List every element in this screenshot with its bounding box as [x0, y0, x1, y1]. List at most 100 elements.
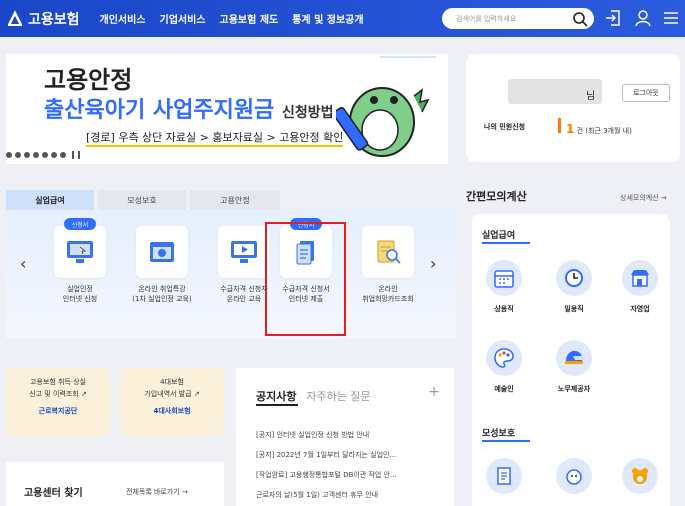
site-logo[interactable]: 고용보험 — [6, 9, 80, 29]
notice-item[interactable]: [작업완료] 고용행정통합포털 DB이관 작업 안... — [256, 470, 397, 480]
notice-tabs: 공지사항 자주하는 질문 — [256, 388, 371, 404]
civil-count-number: 1 — [566, 122, 575, 136]
section-maternity: 모성보호 — [482, 429, 516, 439]
page-dot[interactable] — [51, 152, 57, 158]
section-underline — [482, 440, 530, 442]
center-finder-title: 고용센터 찾기 — [24, 488, 83, 499]
page-dot[interactable] — [33, 152, 39, 158]
mini-card-text: 고용보험 취득·상실 신고 및 이력조회 ↗ — [29, 378, 87, 398]
banner-title: 고용안정 — [44, 66, 133, 94]
tab-faq[interactable]: 자주하는 질문 — [306, 390, 370, 403]
notice-panel: 공지사항 자주하는 질문 + [공지] 인터넷 실업인정 신청 방법 안내 [공… — [236, 368, 454, 506]
detailed-calculator-link[interactable]: 상세모의계산 → — [620, 193, 667, 203]
page-dot[interactable] — [24, 152, 30, 158]
section-underline — [482, 242, 530, 244]
logo-icon — [7, 9, 23, 26]
nav-personal[interactable]: 개인서비스 — [100, 11, 146, 26]
more-plus-icon[interactable]: + — [428, 384, 440, 400]
calc-self-employed[interactable]: 자영업 — [622, 260, 658, 314]
mini-card-text: 4대보험 가입내역서 발급 ↗ — [144, 378, 200, 398]
page-dot[interactable] — [60, 152, 66, 158]
service-online-certification[interactable]: 신청서 실업인정 인터넷 신청 — [34, 218, 126, 304]
banner-headline-suffix: 신청방법 — [281, 105, 334, 121]
calc-daily-worker[interactable]: 일용직 — [556, 260, 592, 314]
store-icon — [622, 260, 658, 296]
civil-request-label[interactable]: 나의 민원신청 — [484, 122, 525, 132]
page-dot[interactable] — [42, 152, 48, 158]
computer-icon — [54, 226, 106, 278]
civil-count-bar — [558, 118, 561, 133]
service-job-card-inquiry[interactable]: 온라인 취업희망카드조회 — [342, 218, 434, 304]
search-input[interactable]: 검색어를 입력하세요 — [442, 8, 594, 29]
logo-text: 고용보험 — [28, 11, 80, 28]
menu-icon[interactable] — [662, 9, 680, 27]
video-lecture-icon — [136, 226, 188, 278]
login-icon[interactable] — [604, 9, 622, 27]
page-dot[interactable] — [6, 152, 12, 158]
notice-item[interactable]: [공지] 2022년 7월 1일부터 달라지는 실업인... — [256, 450, 396, 460]
pause-icon[interactable] — [78, 151, 80, 159]
calc-regular-worker[interactable]: 상용직 — [486, 260, 522, 314]
calc-item-label: 노무제공자 — [557, 385, 591, 393]
calculator-title: 간편모의계산 — [466, 190, 527, 203]
banner-headline-main: 출산육아기 사업주지원금 — [44, 98, 275, 123]
tab-panel: ‹ › 신청서 실업인정 인터넷 신청 온라인 취업특강 (1차 실업인정 교육… — [6, 210, 456, 338]
civil-count-unit: 건 (최근 3개월 내) — [576, 127, 632, 135]
baby-icon — [556, 458, 592, 494]
calc-item-label: 일용직 — [564, 305, 584, 313]
nav-business[interactable]: 기업서비스 — [160, 11, 206, 26]
pause-icon[interactable] — [72, 151, 74, 159]
bear-icon — [622, 458, 658, 494]
service-label: 온라인 취업희망카드조회 — [362, 285, 414, 303]
tab-notices[interactable]: 공지사항 — [256, 390, 296, 403]
mini-card-source: 근로복지공단 — [38, 407, 78, 415]
calc-parental-support[interactable] — [622, 458, 658, 494]
main-nav: 개인서비스 기업서비스 고용보험 제도 통계 및 정보공개 — [100, 11, 364, 26]
mini-card-source: 4대사회보험 — [153, 407, 191, 415]
service-card: 실업급여 모성보호 고용안정 ‹ › 신청서 실업인정 인터넷 신청 온라인 취… — [6, 190, 456, 338]
page-dot[interactable] — [15, 152, 21, 158]
logout-button[interactable]: 로그아웃 — [622, 84, 670, 102]
nav-system[interactable]: 고용보험 제도 — [220, 11, 279, 26]
nav-statistics[interactable]: 통계 및 정보공개 — [292, 11, 363, 26]
promo-banner[interactable]: 고용안정 출산육아기 사업주지원금 신청방법 [경로] 우측 상단 자료실 > … — [6, 54, 448, 164]
tab-unemployment[interactable]: 실업급여 — [6, 190, 94, 210]
selected-service-highlight — [265, 222, 346, 336]
insurance-certificate-card[interactable]: 4대보험 가입내역서 발급 ↗ 4대사회보험 — [120, 368, 224, 436]
clock-icon — [556, 260, 592, 296]
calendar-icon — [486, 260, 522, 296]
prev-arrow-icon[interactable]: ‹ — [20, 254, 26, 273]
banner-headline: 출산육아기 사업주지원금 신청방법 — [44, 92, 334, 124]
calc-maternity-leave[interactable] — [486, 458, 522, 494]
tab-employment-stability[interactable]: 고용안정 — [190, 190, 280, 210]
card-search-icon — [362, 226, 414, 278]
application-badge: 신청서 — [64, 218, 96, 230]
calc-labor-provider[interactable]: 노무제공자 — [556, 340, 592, 394]
user-icon[interactable] — [634, 9, 652, 27]
tab-maternity[interactable]: 모성보호 — [98, 190, 186, 210]
calc-artist[interactable]: 예술인 — [486, 340, 522, 394]
service-tabs: 실업급여 모성보호 고용안정 — [6, 190, 456, 210]
notice-item[interactable]: 근로자의 날(5월 1일) 고객센터 휴무 안내 — [256, 490, 378, 500]
calculator-panel: 실업급여 상용직 일용직 자영업 예술인 노무제공자 모성보호 — [472, 214, 670, 506]
insurance-history-card[interactable]: 고용보험 취득·상실 신고 및 이력조회 ↗ 근로복지공단 — [6, 368, 110, 436]
calc-item-label: 상용직 — [494, 305, 514, 313]
calc-item-label: 자영업 — [630, 305, 650, 313]
center-finder: 고용센터 찾기 전체목록 바로가기 → — [6, 462, 224, 506]
service-online-lecture[interactable]: 온라인 취업특강 (1차 실업인정 교육) — [116, 218, 208, 304]
mascot-illustration — [336, 56, 436, 157]
banner-pagination[interactable] — [6, 151, 80, 159]
user-name-suffix: 님 — [586, 91, 596, 102]
tab-underline — [256, 404, 298, 406]
helmet-icon — [556, 340, 592, 376]
search-placeholder: 검색어를 입력하세요 — [456, 14, 517, 23]
civil-count[interactable]: 1 건 (최근 3개월 내) — [566, 122, 632, 136]
palette-icon — [486, 340, 522, 376]
top-header: 고용보험 개인서비스 기업서비스 고용보험 제도 통계 및 정보공개 검색어를 … — [0, 0, 685, 37]
service-label: 실업인정 인터넷 신청 — [62, 285, 98, 303]
calc-childcare-leave[interactable] — [556, 458, 592, 494]
banner-path: [경로] 우측 상단 자료실 > 홍보자료실 > 고용안정 확인 — [86, 129, 344, 147]
notice-item[interactable]: [공지] 인터넷 실업인정 신청 방법 안내 — [256, 430, 369, 440]
center-list-link[interactable]: 전체목록 바로가기 → — [126, 487, 188, 497]
search-icon[interactable] — [572, 11, 588, 27]
